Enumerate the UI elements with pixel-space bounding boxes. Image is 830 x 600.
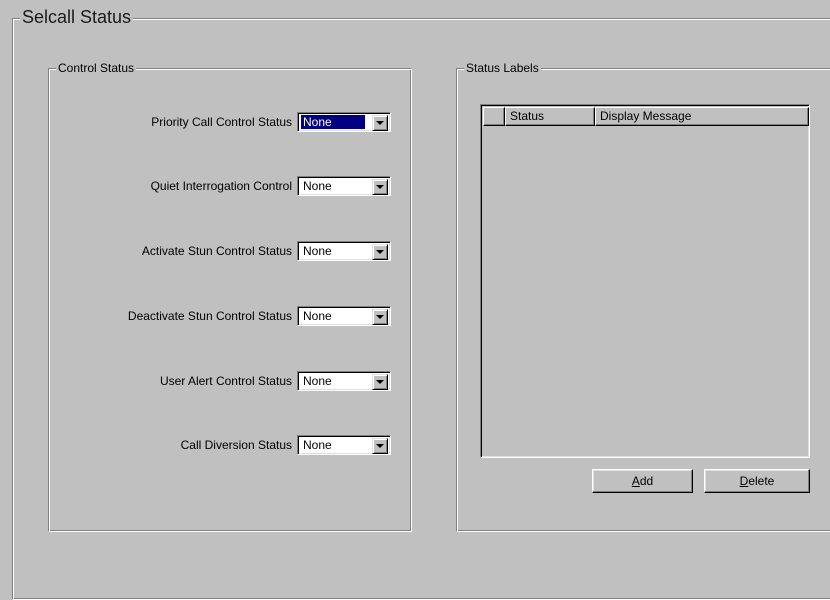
quiet-interrogation-dropdown-button[interactable] — [372, 179, 388, 195]
chevron-down-icon — [376, 250, 384, 254]
add-button-mnemonic: A — [631, 473, 640, 488]
quiet-interrogation-control-select[interactable]: None — [297, 176, 391, 196]
user-alert-dropdown-button[interactable] — [372, 374, 388, 390]
delete-button[interactable]: Delete — [704, 469, 810, 493]
control-status-title: Control Status — [56, 61, 137, 75]
call-diversion-status-value: None — [303, 438, 332, 452]
chevron-down-icon — [376, 185, 384, 189]
call-diversion-dropdown-button[interactable] — [372, 438, 388, 454]
deactivate-stun-control-status-select[interactable]: None — [297, 306, 391, 326]
priority-call-control-status-value: None — [300, 114, 366, 130]
quiet-interrogation-control-value: None — [303, 179, 332, 193]
column-header-status[interactable]: Status — [505, 107, 595, 126]
control-status-group — [48, 68, 412, 532]
status-labels-title: Status Labels — [464, 61, 541, 75]
activate-stun-control-status-value: None — [303, 244, 332, 258]
chevron-down-icon — [376, 121, 384, 125]
user-alert-control-status-label: User Alert Control Status — [159, 374, 292, 388]
priority-call-control-status-select[interactable]: None — [297, 112, 391, 132]
status-labels-list[interactable]: Status Display Message — [480, 104, 810, 458]
deactivate-stun-control-status-value: None — [303, 309, 332, 323]
deactivate-stun-control-status-label: Deactivate Stun Control Status — [127, 309, 292, 323]
activate-stun-dropdown-button[interactable] — [372, 244, 388, 260]
deactivate-stun-dropdown-button[interactable] — [372, 309, 388, 325]
chevron-down-icon — [376, 315, 384, 319]
priority-call-dropdown-button[interactable] — [372, 115, 388, 131]
activate-stun-control-status-select[interactable]: None — [297, 241, 391, 261]
call-diversion-status-label: Call Diversion Status — [180, 438, 292, 452]
delete-button-mnemonic: D — [739, 473, 749, 488]
delete-button-label: elete — [748, 473, 775, 488]
call-diversion-status-select[interactable]: None — [297, 435, 391, 455]
add-button-label: dd — [639, 473, 654, 488]
user-alert-control-status-value: None — [303, 374, 332, 388]
user-alert-control-status-select[interactable]: None — [297, 371, 391, 391]
column-header-display-message[interactable]: Display Message — [595, 107, 809, 126]
quiet-interrogation-control-label: Quiet Interrogation Control — [150, 179, 292, 193]
chevron-down-icon — [376, 380, 384, 384]
column-header-indicator[interactable] — [483, 107, 505, 126]
page-title: Selcall Status — [20, 6, 134, 28]
priority-call-control-status-label: Priority Call Control Status — [151, 115, 292, 129]
add-button[interactable]: Add — [592, 469, 693, 493]
chevron-down-icon — [376, 444, 384, 448]
activate-stun-control-status-label: Activate Stun Control Status — [141, 244, 292, 258]
